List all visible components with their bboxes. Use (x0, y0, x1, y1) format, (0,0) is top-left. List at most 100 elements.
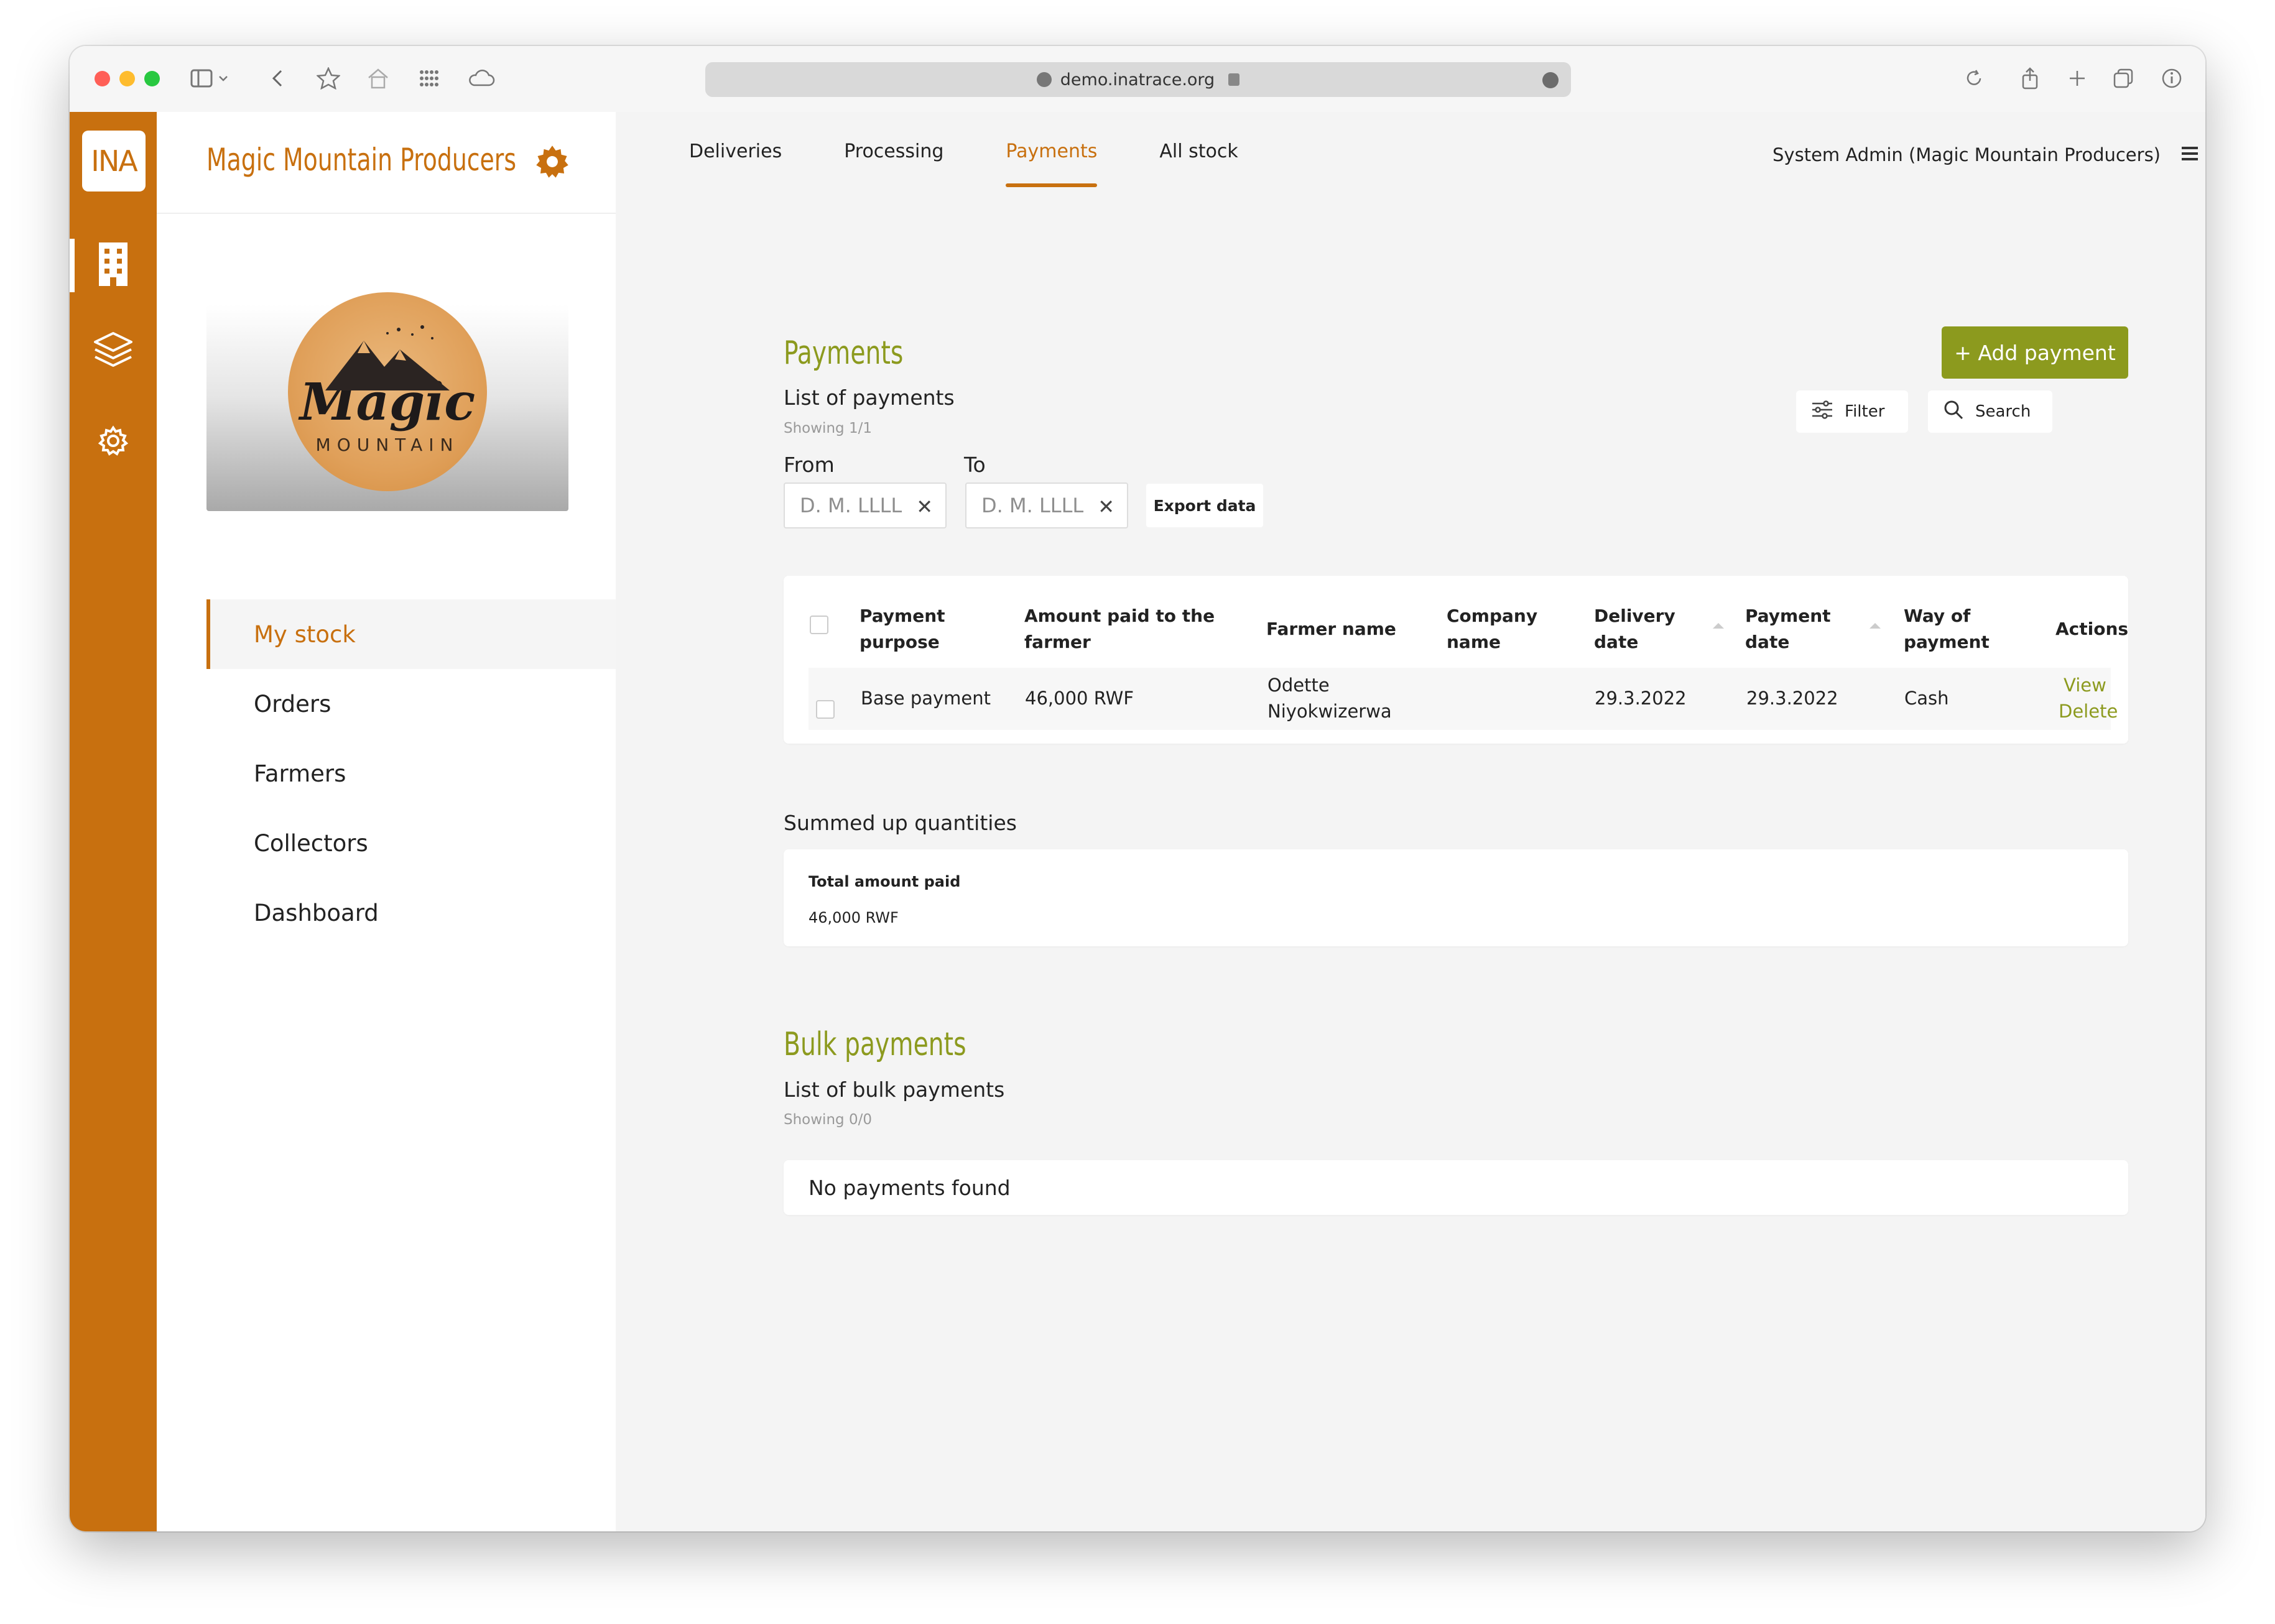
home-icon[interactable] (364, 65, 392, 92)
view-payment-link[interactable]: View (2064, 672, 2106, 698)
filter-button[interactable]: Filter (1796, 390, 1908, 433)
sidebar-item-farmers[interactable]: Farmers (206, 739, 616, 808)
cell-amount-paid: 46,000 RWF (1025, 688, 1134, 709)
grid-icon[interactable] (415, 65, 443, 92)
mountain-graphic (325, 325, 450, 390)
summary-title: Summed up quantities (784, 811, 1017, 835)
tab-processing[interactable]: Processing (844, 141, 943, 187)
to-date-placeholder: D. M. LLLL (981, 494, 1084, 517)
sidebar-item-collectors[interactable]: Collectors (206, 808, 616, 878)
sidebar-toggle-icon[interactable] (188, 65, 215, 92)
minimize-window-button[interactable] (119, 71, 135, 86)
chevron-down-icon[interactable] (214, 65, 233, 92)
search-button[interactable]: Search (1928, 390, 2052, 433)
column-header-farmer-name[interactable]: Farmer name (1266, 616, 1396, 642)
to-label: To (964, 453, 986, 477)
total-amount-value: 46,000 RWF (809, 909, 899, 926)
column-header-payment-purpose[interactable]: Payment purpose (859, 603, 945, 655)
rail-item-companies[interactable] (70, 231, 157, 300)
star-icon[interactable] (315, 65, 342, 92)
cell-payment-date: 29.3.2022 (1746, 688, 1838, 709)
tabs-overview-icon[interactable] (2110, 65, 2137, 92)
column-header-delivery-date[interactable]: Delivery date (1594, 603, 1675, 655)
organization-name[interactable]: Magic Mountain Producers (206, 142, 516, 178)
address-bar[interactable]: demo.inatrace.org (705, 62, 1571, 97)
clear-to-date-icon[interactable]: ✕ (1098, 495, 1114, 519)
add-payment-button[interactable]: + Add payment (1942, 326, 2128, 379)
sort-delivery-date-icon[interactable] (1713, 623, 1724, 629)
close-window-button[interactable] (95, 71, 110, 86)
share-icon[interactable] (2016, 65, 2044, 92)
select-all-checkbox[interactable] (810, 616, 828, 634)
hamburger-menu-icon[interactable] (2182, 147, 2198, 160)
payments-table: Payment purpose Amount paid to the farmer … (784, 576, 2128, 744)
cell-way-of-payment: Cash (1904, 688, 1949, 709)
to-date-input[interactable]: D. M. LLLL ✕ (965, 482, 1128, 528)
export-data-button[interactable]: Export data (1146, 484, 1263, 527)
zoom-window-button[interactable] (144, 71, 160, 86)
gear-icon (98, 425, 129, 459)
new-tab-icon[interactable] (2064, 65, 2091, 92)
logo-badge: Magic MOUNTAIN (288, 292, 487, 491)
column-header-company-name[interactable]: Company name (1447, 603, 1537, 655)
bulk-payments-empty-state: No payments found (784, 1160, 2128, 1215)
building-icon (96, 241, 130, 290)
logo-subword: MOUNTAIN (315, 434, 460, 455)
delete-payment-link[interactable]: Delete (2059, 698, 2118, 724)
search-label: Search (1975, 402, 2031, 421)
cell-delivery-date: 29.3.2022 (1595, 688, 1687, 709)
app-rail: INA (70, 112, 157, 1531)
column-header-way-of-payment[interactable]: Way of payment (1904, 603, 1990, 655)
clear-from-date-icon[interactable]: ✕ (916, 495, 933, 519)
sidebar-item-orders[interactable]: Orders (206, 669, 616, 739)
rail-item-settings[interactable] (70, 408, 157, 476)
organization-logo: Magic MOUNTAIN (206, 292, 568, 511)
summary-card: Total amount paid 46,000 RWF (784, 849, 2128, 946)
cell-payment-purpose: Base payment (861, 688, 991, 709)
rail-item-products[interactable] (70, 317, 157, 385)
from-label: From (784, 453, 835, 477)
tab-deliveries[interactable]: Deliveries (689, 141, 782, 187)
divider (157, 213, 616, 214)
sort-payment-date-icon[interactable] (1870, 623, 1881, 629)
user-menu[interactable]: System Admin (Magic Mountain Producers) (1772, 144, 2161, 165)
main-content: Deliveries Processing Payments All stock… (616, 112, 2205, 1531)
cloud-icon[interactable] (468, 65, 495, 92)
column-header-amount-paid[interactable]: Amount paid to the farmer (1024, 603, 1215, 655)
sidebar-item-my-stock[interactable]: My stock (206, 599, 616, 669)
filter-label: Filter (1845, 402, 1885, 421)
info-icon[interactable] (2158, 65, 2185, 92)
tab-all-stock[interactable]: All stock (1159, 141, 1238, 187)
ina-logo[interactable]: INA (82, 131, 146, 191)
page-options-icon[interactable] (1542, 72, 1559, 88)
from-date-input[interactable]: D. M. LLLL ✕ (784, 482, 947, 528)
search-icon (1943, 399, 1964, 425)
payments-count: Showing 1/1 (784, 420, 872, 436)
browser-window: demo.inatrace.org INA Magic Mountain Pro… (70, 46, 2205, 1531)
payments-title: Payments (784, 334, 904, 372)
filter-icon (1811, 400, 1833, 423)
column-header-actions: Actions (2055, 619, 2129, 639)
cell-farmer-name: Odette Niyokwizerwa (1267, 675, 1392, 722)
organization-settings-icon[interactable] (535, 144, 570, 179)
company-sidebar: Magic Mountain Producers Magic MOUNTAIN … (157, 112, 616, 1531)
total-amount-label: Total amount paid (809, 873, 961, 890)
payments-subtitle: List of payments (784, 385, 955, 410)
bulk-payments-count: Showing 0/0 (784, 1112, 872, 1128)
url-text: demo.inatrace.org (1060, 70, 1215, 90)
sidebar-item-dashboard[interactable]: Dashboard (206, 878, 616, 948)
row-checkbox[interactable] (816, 700, 835, 719)
bulk-payments-title: Bulk payments (784, 1026, 966, 1063)
sidebar-nav: My stock Orders Farmers Collectors Dashb… (206, 599, 616, 948)
empty-message: No payments found (809, 1175, 1011, 1200)
site-icon (1036, 72, 1052, 87)
column-header-payment-date[interactable]: Payment date (1745, 603, 1831, 655)
layers-icon (93, 331, 134, 372)
back-icon[interactable] (264, 65, 291, 92)
lock-icon (1228, 73, 1240, 86)
bulk-payments-subtitle: List of bulk payments (784, 1077, 1005, 1102)
tab-payments[interactable]: Payments (1006, 141, 1097, 187)
reload-icon[interactable] (1960, 65, 1988, 92)
browser-toolbar: demo.inatrace.org (70, 46, 2205, 112)
stock-tabs: Deliveries Processing Payments All stock (689, 141, 1300, 187)
